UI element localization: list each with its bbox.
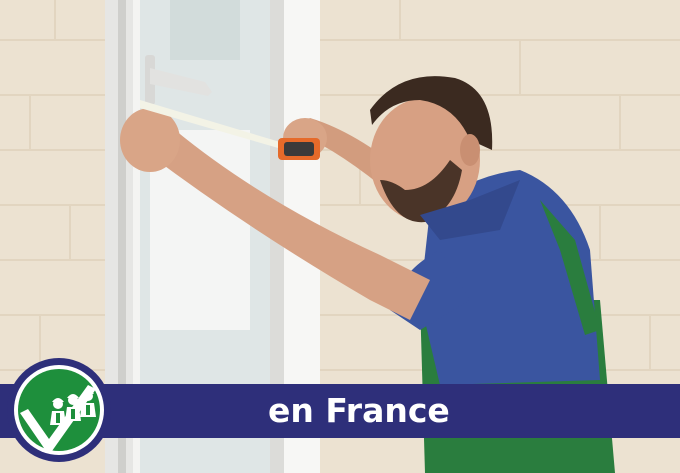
banner-title: en France xyxy=(268,391,450,430)
check-workers-icon xyxy=(7,358,111,462)
